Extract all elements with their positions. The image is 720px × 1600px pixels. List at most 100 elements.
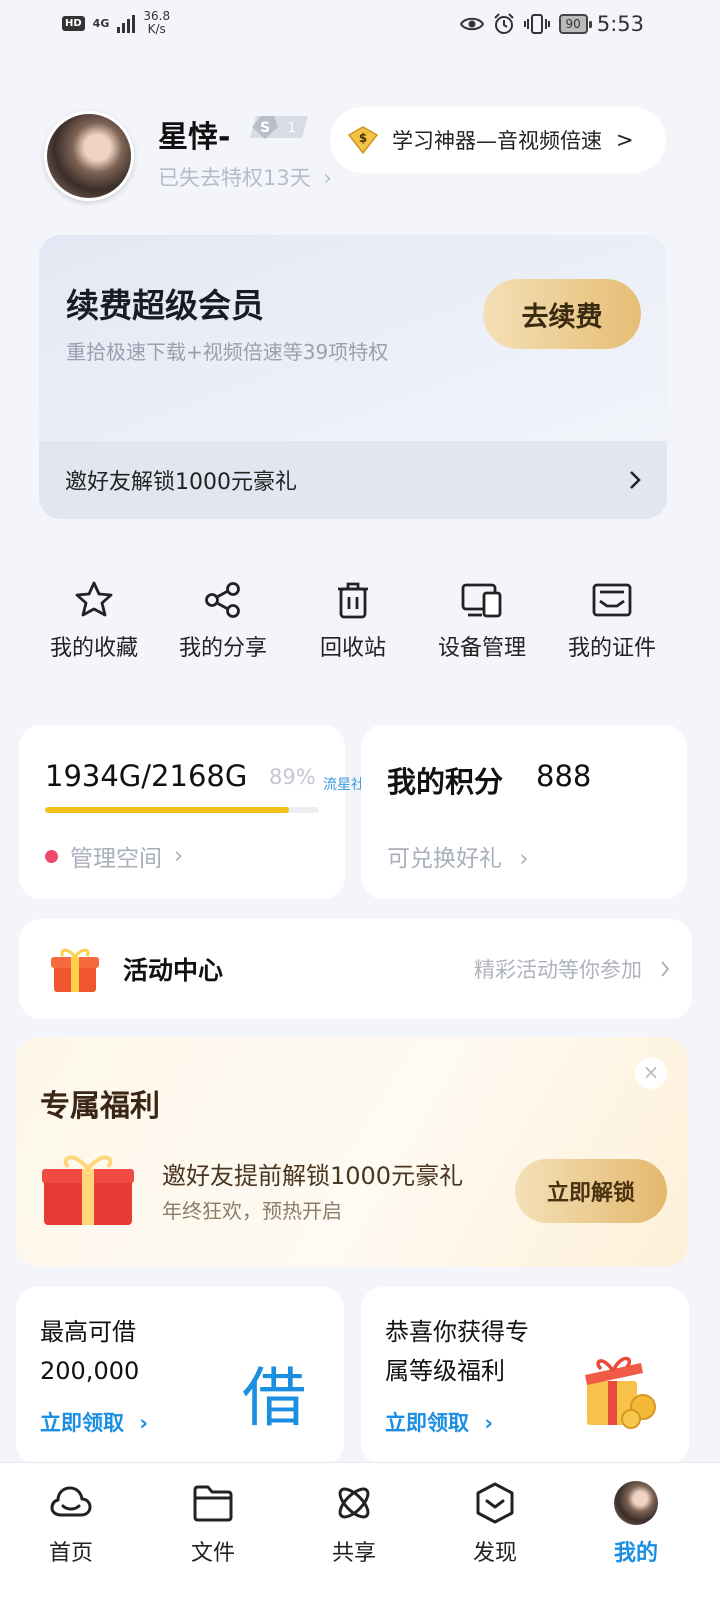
chevron-right-icon: › — [174, 843, 184, 869]
quick-action-devices[interactable]: 设备管理 — [422, 580, 542, 662]
network-speed-unit: K/s — [147, 22, 166, 36]
points-subtitle: 可兑换好礼 — [387, 846, 502, 872]
nav-share[interactable]: 共享 — [304, 1481, 404, 1567]
folder-icon — [193, 1485, 233, 1522]
status-bar: HD 4G 36.8 K/s 90 5:53 — [0, 0, 720, 48]
nav-label: 文件 — [190, 1541, 235, 1566]
bottom-nav: 首页 文件 共享 发现 我的 — [0, 1462, 720, 1600]
atom-icon — [338, 1487, 370, 1519]
star-icon — [75, 581, 113, 617]
alarm-icon — [493, 13, 514, 34]
manage-space-link[interactable]: 管理空间 › — [45, 839, 183, 873]
points-card[interactable]: 我的积分 888 可兑换好礼 › — [361, 725, 687, 899]
loan-line-2: 200,000 — [40, 1357, 140, 1385]
storage-progress — [45, 807, 319, 813]
gift-line-1: 恭喜你获得专 — [385, 1318, 529, 1346]
id-card-icon — [592, 583, 632, 617]
gift-claim-label: 立即领取 — [385, 1411, 469, 1435]
exclusive-benefit-card[interactable]: 专属福利 × 邀好友提前解锁1000元豪礼 年终狂欢，预热开启 立即解锁 — [16, 1037, 688, 1267]
chevron-right-icon: › — [519, 846, 529, 872]
quick-action-shares[interactable]: 我的分享 — [163, 580, 283, 662]
quick-action-recycle-bin[interactable]: 回收站 — [293, 580, 413, 662]
status-right: 90 5:53 — [459, 12, 644, 36]
storage-card[interactable]: 1934G/2168G 89% 管理空间 › — [19, 725, 345, 899]
nav-mine[interactable]: 我的 — [586, 1481, 686, 1567]
loan-tile[interactable]: 最高可借 200,000 立即领取 › 借 — [16, 1287, 344, 1465]
quick-action-favorites[interactable]: 我的收藏 — [34, 580, 154, 662]
svg-text:$: $ — [359, 131, 367, 145]
invite-friends-strip[interactable]: 邀好友解锁1000元豪礼 — [39, 441, 667, 519]
username[interactable]: 星悻- — [158, 112, 230, 156]
status-left: HD 4G 36.8 K/s — [62, 10, 170, 36]
quick-action-label: 我的收藏 — [49, 636, 138, 661]
close-icon[interactable]: × — [635, 1057, 667, 1089]
chevron-right-icon: › — [323, 166, 332, 190]
chevron-right-icon: › — [139, 1411, 148, 1435]
quick-action-label: 设备管理 — [437, 636, 526, 661]
quick-action-label: 我的分享 — [178, 636, 267, 661]
gift-box-icon — [42, 1155, 134, 1225]
network-type: 4G — [92, 16, 110, 30]
signal-icon — [117, 13, 136, 33]
points-value: 888 — [536, 759, 592, 793]
hd-badge: HD — [62, 15, 85, 31]
devices-icon — [461, 583, 502, 618]
activity-subtitle: 精彩活动等你参加 — [474, 958, 642, 982]
cloud-icon — [50, 1486, 92, 1517]
vip-subtitle: 重拾极速下载+视频倍速等39项特权 — [66, 340, 389, 364]
share-icon — [205, 582, 240, 618]
level-badge: S 1 — [250, 116, 308, 139]
vip-title: 续费超级会员 — [66, 286, 264, 325]
coin-icon: $ — [348, 126, 378, 154]
benefit-sub-text: 年终狂欢，预热开启 — [162, 1199, 342, 1223]
renew-button[interactable]: 去续费 — [483, 279, 641, 349]
points-redeem-link[interactable]: 可兑换好礼 › — [387, 839, 529, 873]
unlock-button[interactable]: 立即解锁 — [515, 1159, 667, 1223]
vip-renew-card[interactable]: 续费超级会员 重拾极速下载+视频倍速等39项特权 去续费 邀好友解锁1000元豪… — [39, 235, 667, 519]
points-title: 我的积分 — [387, 765, 504, 799]
storage-percent: 89% — [269, 765, 316, 789]
network-speed-value: 36.8 — [143, 9, 171, 23]
gift-claim-link[interactable]: 立即领取 › — [385, 1407, 493, 1437]
chevron-right-icon — [630, 471, 641, 489]
promo-pill[interactable]: $ 学习神器—音视频倍速 > — [330, 107, 666, 173]
manage-space-label: 管理空间 — [70, 846, 162, 872]
nav-label: 首页 — [48, 1541, 93, 1566]
avatar — [614, 1481, 658, 1525]
loan-line-1: 最高可借 — [40, 1318, 136, 1346]
clock: 5:53 — [596, 12, 644, 36]
promo-text: 学习神器—音视频倍速 — [392, 129, 602, 153]
nav-label: 共享 — [331, 1541, 376, 1566]
nav-files[interactable]: 文件 — [163, 1481, 263, 1567]
gift-line-2: 属等级福利 — [385, 1357, 505, 1385]
activity-title: 活动中心 — [123, 956, 224, 985]
chevron-right-icon: > — [616, 128, 634, 152]
gift-text: 恭喜你获得专 属等级福利 — [385, 1313, 529, 1391]
loan-glyph: 借 — [242, 1362, 306, 1436]
quick-action-label: 我的证件 — [567, 636, 656, 661]
eye-icon — [459, 17, 484, 31]
nav-home[interactable]: 首页 — [21, 1481, 121, 1567]
invite-text: 邀好友解锁1000元豪礼 — [65, 470, 297, 495]
gift-coins-icon — [585, 1356, 656, 1429]
svg-text:S: S — [260, 120, 270, 136]
loan-claim-link[interactable]: 立即领取 › — [40, 1407, 148, 1437]
quick-action-label: 回收站 — [319, 636, 386, 661]
privilege-expired-text: 已失去特权13天 — [158, 166, 311, 190]
nav-label: 我的 — [613, 1541, 658, 1566]
gift-icon — [51, 948, 99, 992]
quick-action-documents[interactable]: 我的证件 — [552, 580, 672, 662]
loan-text: 最高可借 200,000 — [40, 1313, 139, 1391]
battery-indicator: 90 — [558, 14, 593, 34]
level-number: 1 — [288, 121, 296, 136]
compass-icon — [476, 1482, 514, 1524]
privilege-expired[interactable]: 已失去特权13天 › — [158, 162, 332, 192]
level-gift-tile[interactable]: 恭喜你获得专 属等级福利 立即领取 › — [361, 1287, 689, 1465]
notification-dot — [45, 849, 58, 863]
avatar[interactable] — [44, 111, 134, 201]
chevron-right-icon: › — [484, 1411, 493, 1435]
loan-claim-label: 立即领取 — [40, 1411, 124, 1435]
activity-center-row[interactable]: 活动中心 精彩活动等你参加 — [19, 919, 692, 1019]
trash-icon — [338, 582, 368, 619]
nav-discover[interactable]: 发现 — [445, 1481, 545, 1567]
